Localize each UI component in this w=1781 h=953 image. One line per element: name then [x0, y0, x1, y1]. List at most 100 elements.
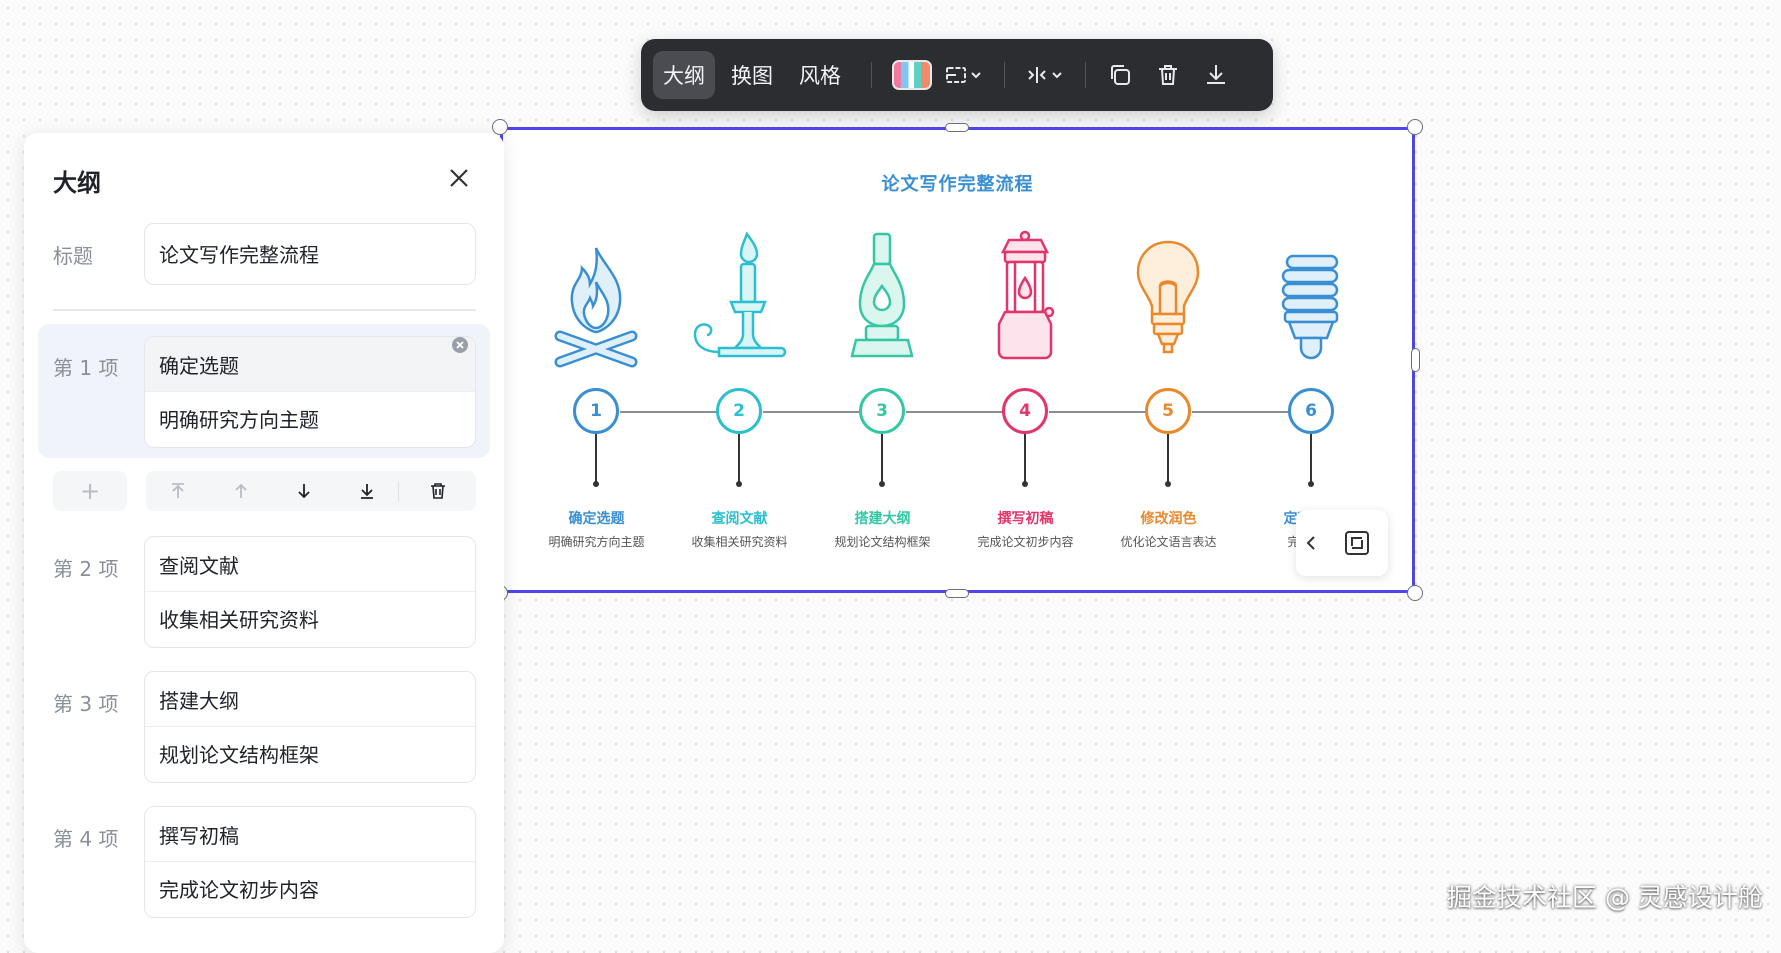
download-icon: [1207, 65, 1225, 84]
title-input-value[interactable]: 论文写作完整流程: [145, 224, 475, 283]
toolbar-divider: [1085, 62, 1086, 88]
stage-description: 完成论文初步内容: [977, 535, 1074, 549]
download-button[interactable]: [1196, 51, 1236, 99]
item-actions: [146, 471, 476, 511]
item-desc-input[interactable]: 规划论文结构框架: [145, 726, 475, 780]
stage-title: 撰写初稿: [997, 511, 1054, 527]
item-name-input[interactable]: 确定选题: [145, 337, 475, 391]
color-swatch-icon: [892, 60, 932, 90]
outline-button[interactable]: 大纲: [653, 51, 715, 99]
item-label: 第 1 项: [53, 356, 119, 380]
stage-title: 确定选题: [568, 511, 625, 527]
toolbar-divider: [1004, 62, 1005, 88]
arrow-down-icon: [297, 484, 310, 499]
stage-number: 6: [1288, 388, 1334, 434]
close-button[interactable]: [444, 163, 474, 193]
stage-description: 收集相关研究资料: [691, 535, 788, 549]
clear-icon: [452, 337, 468, 353]
stage-title: 查阅文献: [711, 511, 768, 527]
item-label: 第 4 项: [53, 827, 119, 851]
timeline-stem-dot: [1165, 481, 1171, 487]
toolbar-divider: [871, 62, 872, 88]
stage-number: 2: [716, 388, 762, 434]
fit-view-button[interactable]: [1328, 510, 1386, 576]
campfire-icon: [554, 247, 638, 368]
item-label: 第 2 项: [53, 557, 119, 581]
timeline-connector: [763, 411, 860, 413]
timeline-stem-dot: [1308, 481, 1314, 487]
stage-description: 规划论文结构框架: [834, 535, 931, 549]
resize-handle-bottom[interactable]: [945, 589, 969, 598]
delete-button[interactable]: [1148, 51, 1188, 99]
timeline-stem: [1167, 434, 1169, 486]
item-3-editor: 搭建大纲 规划论文结构框架: [144, 671, 476, 783]
stage-description: 优化论文语言表达: [1120, 535, 1217, 549]
item-desc-input[interactable]: 收集相关研究资料: [145, 591, 475, 645]
resize-handle-top[interactable]: [945, 123, 969, 132]
timeline-stem-dot: [1022, 481, 1028, 487]
stage-title: 修改润色: [1140, 511, 1197, 527]
timeline-connector: [1192, 411, 1289, 413]
trash-icon: [430, 483, 445, 499]
align-dropdown[interactable]: [1019, 51, 1071, 99]
stage-number: 1: [573, 388, 619, 434]
resize-handle-top-right[interactable]: [1407, 119, 1423, 135]
stage-number: 3: [859, 388, 905, 434]
add-item-button[interactable]: +: [53, 471, 127, 511]
resize-handle-bottom-right[interactable]: [1407, 585, 1423, 601]
move-to-top-button[interactable]: [146, 471, 209, 511]
move-down-button[interactable]: [272, 471, 335, 511]
timeline-stem-dot: [879, 481, 885, 487]
arrow-up-icon: [234, 483, 247, 498]
title-input[interactable]: 论文写作完整流程: [144, 223, 476, 285]
floating-toolbar: 大纲 换图 风格: [641, 39, 1273, 111]
item-1-editor: 确定选题 明确研究方向主题: [144, 336, 476, 448]
delete-item-button[interactable]: [399, 471, 476, 511]
color-theme-button[interactable]: [886, 51, 938, 99]
stage-number: 5: [1145, 388, 1191, 434]
item-desc-input[interactable]: 完成论文初步内容: [145, 861, 475, 915]
lantern-icon: [997, 230, 1055, 360]
trash-icon: [1159, 65, 1177, 85]
panel-divider: [53, 309, 476, 311]
resize-handle-top-left[interactable]: [492, 119, 508, 135]
watermark: 掘金技术社区 @ 灵感设计舱: [1447, 883, 1763, 912]
move-to-top-icon: [171, 483, 184, 498]
item-name-input[interactable]: 搭建大纲: [145, 672, 475, 726]
swap-image-button[interactable]: 换图: [721, 51, 783, 99]
outline-panel: 大纲 标题 论文写作完整流程 第 1 项 确定选题 明确研究方向主题 + 第 2…: [24, 133, 504, 953]
oil-lamp-icon: [850, 232, 914, 358]
resize-handle-right[interactable]: [1411, 348, 1420, 372]
timeline-connector: [906, 411, 1003, 413]
item-name-input[interactable]: 查阅文献: [145, 537, 475, 591]
move-to-bottom-button[interactable]: [335, 471, 398, 511]
collapse-button[interactable]: [1296, 510, 1328, 576]
timeline-connector: [1049, 411, 1146, 413]
align-icon: [1028, 67, 1062, 83]
clear-button[interactable]: [451, 336, 469, 354]
style-button[interactable]: 风格: [789, 51, 851, 99]
chevron-left-icon: [1306, 536, 1315, 550]
candle-icon: [693, 231, 787, 358]
layout-dropdown[interactable]: [938, 51, 990, 99]
timeline-stem: [881, 434, 883, 486]
item-name-input[interactable]: 撰写初稿: [145, 807, 475, 861]
timeline-stem: [738, 434, 740, 486]
close-icon: [450, 169, 468, 187]
timeline-stem: [1024, 434, 1026, 486]
timeline-connector: [620, 411, 717, 413]
layout-icon: [946, 67, 981, 83]
item-desc-input[interactable]: 明确研究方向主题: [145, 391, 475, 445]
fit-screen-icon: [1345, 531, 1369, 555]
stage-description: 明确研究方向主题: [548, 535, 645, 549]
light-bulb-icon: [1136, 240, 1200, 354]
timeline-stem: [595, 434, 597, 486]
card-corner-tools: [1296, 510, 1388, 576]
duplicate-button[interactable]: [1100, 51, 1140, 99]
selected-infographic[interactable]: 论文写作完整流程 1 确定选题 明确研究方向主题 2 查阅文献 收集相关研究资料…: [492, 119, 1423, 601]
move-up-button[interactable]: [209, 471, 272, 511]
stage-number: 4: [1002, 388, 1048, 434]
energy-saving-bulb-icon: [1281, 254, 1339, 360]
copy-icon: [1111, 65, 1130, 85]
stage-title: 搭建大纲: [854, 511, 911, 527]
